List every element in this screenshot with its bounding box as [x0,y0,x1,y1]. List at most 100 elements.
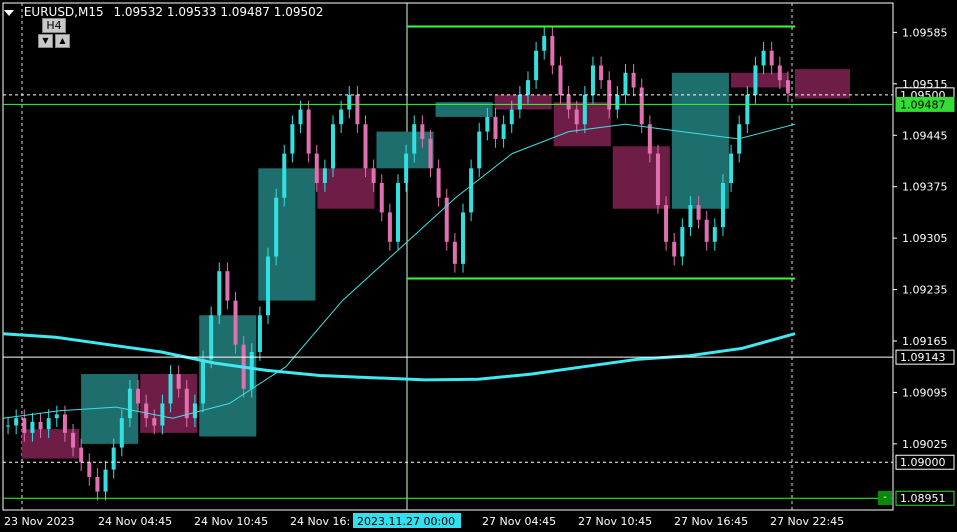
candle-body [550,36,555,66]
candle-body [501,124,506,139]
htf-candle [22,429,80,459]
candle-body [582,94,587,125]
candle-body [469,168,474,213]
candle-body [664,205,669,242]
candle-body [176,374,181,389]
candle-body [257,315,262,353]
timeframe-down-button[interactable]: ▼ [38,34,53,48]
candle-body [452,241,457,264]
x-tick-label: 27 Nov 16:45 [674,515,748,528]
candle-body [136,388,141,404]
candle-body [355,94,360,125]
candle-body [111,447,116,470]
x-tick-label: 27 Nov 22:45 [770,515,844,528]
candle-body [680,227,685,257]
candle-body [745,94,750,125]
candle-body [347,94,352,110]
candle-body [62,414,67,433]
crosshair-time-label: 2023.11.27 00:00 [357,515,455,528]
candle-body [517,94,522,110]
x-tick-label: 27 Nov 10:45 [578,515,652,528]
htf-candle [671,72,729,209]
y-tick-label: 1.09095 [902,386,948,399]
x-tick-label: 24 Nov 10:45 [194,515,268,528]
candle-body [558,65,563,95]
candle-body [615,94,620,110]
candle-body [404,153,409,184]
candle-body [379,183,384,213]
candle-body [493,116,498,139]
timeframe-box: H4 ▼ ▲ [38,18,70,48]
candle-body [712,227,717,242]
y-tick-label: 1.09025 [902,438,948,451]
candle-body [95,476,100,492]
candle-body [396,183,400,242]
candle-body [127,388,132,419]
candle-body [509,109,514,125]
candle-body [225,271,230,301]
price-label-text: 1.09000 [900,456,946,469]
candle-body [290,124,295,154]
candle-body [103,469,108,492]
candle-body [274,197,279,257]
candle-body [282,153,287,198]
x-tick-label: 27 Nov 04:45 [482,515,556,528]
candle-body [14,418,19,426]
candle-body [428,138,433,169]
candle-body [566,94,571,110]
candle-body [387,212,392,242]
candle-body [574,109,579,125]
candle-body [371,168,376,184]
candle-body [720,183,725,228]
candle-body [152,418,157,426]
candle-body [485,116,490,132]
candle-body [647,124,652,154]
candle-body [331,124,336,169]
candle-body [71,432,76,448]
candle-body [477,131,482,169]
menu-triangle-icon[interactable] [4,9,14,16]
candle-body [412,124,417,154]
y-tick-label: 1.09375 [902,181,948,194]
y-tick-label: 1.09305 [902,232,948,245]
candle-body [6,425,11,427]
candle-body [525,80,530,95]
timeframe-label: H4 [42,18,66,33]
candle-body [590,65,595,95]
candle-body [314,153,319,184]
chart-header: EURUSD,M15 1.09532 1.09533 1.09487 1.095… [4,5,323,19]
candle-body [192,403,197,419]
candle-body [672,241,677,257]
candle-body [363,124,368,169]
y-tick-label: 1.09235 [902,284,948,297]
candle-body [761,50,766,66]
corner-minus-button[interactable]: - [878,491,892,505]
price-chart[interactable]: 1.095851.095151.094451.093751.093051.092… [0,0,957,532]
candle-body [753,65,758,95]
x-tick-label: 24 Nov 04:45 [98,515,172,528]
y-tick-label: 1.09585 [902,26,948,39]
candle-body [631,72,636,88]
candle-body [298,109,303,125]
candle-body [460,212,465,264]
candle-body [777,65,782,81]
price-label-text: 1.09143 [900,351,946,364]
htf-candle [199,315,257,437]
candle-body [119,418,124,448]
x-tick-label: 24 Nov 16: [290,515,350,528]
x-tick-label: 23 Nov 2023 [4,515,74,528]
candle-body [420,124,425,139]
candle-body [696,205,701,220]
timeframe-up-button[interactable]: ▲ [55,34,70,48]
htf-candle [795,69,850,99]
candle-body [785,80,790,94]
candle-body [87,462,92,477]
ohlc-values: 1.09532 1.09533 1.09487 1.09502 [113,5,324,19]
candle-body [542,36,547,51]
candle-body [46,418,51,430]
candle-body [160,403,165,426]
candle-body [54,414,59,419]
candle-body [322,168,327,184]
candle-body [144,403,149,419]
candle-body [209,315,214,360]
